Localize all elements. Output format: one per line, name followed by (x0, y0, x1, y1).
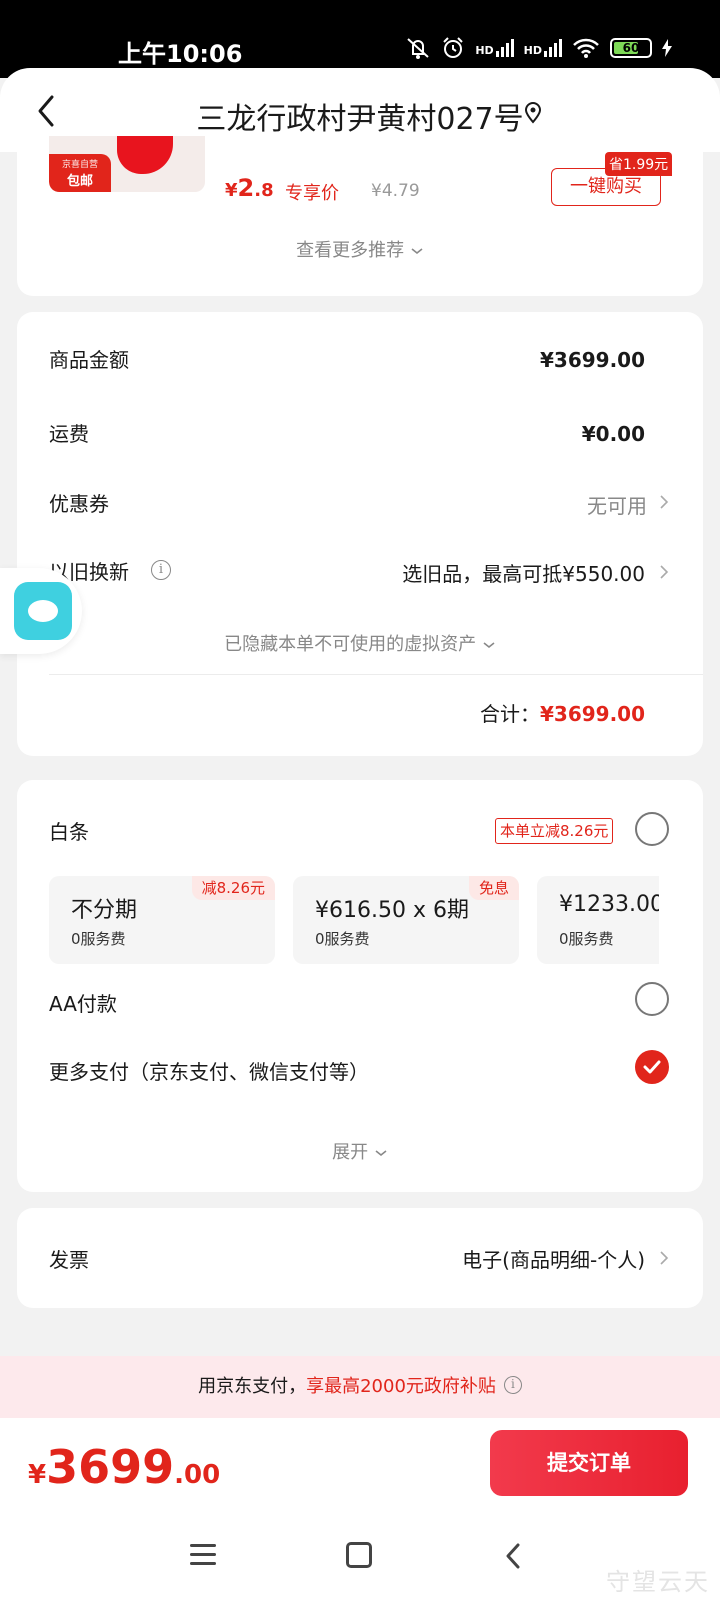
invoice-card[interactable]: 发票 电子(商品明细-个人) (17, 1208, 703, 1308)
status-time: 上午10:06 (118, 40, 243, 68)
chevron-down-icon (483, 642, 495, 649)
subsidy-banner[interactable]: 用京东支付，享最高2000元政府补贴 i (0, 1356, 720, 1418)
price-dec: .00 (174, 1460, 221, 1490)
plan-badge: 减8.26元 (191, 876, 275, 900)
payable-amount: ¥3699.00 (28, 1440, 220, 1494)
chevron-down-icon (411, 248, 423, 255)
alarm-icon (443, 37, 464, 58)
goods-amount-value: ¥3699.00 (539, 348, 645, 372)
plan-main: ¥616.50 x 6期 (315, 898, 469, 923)
rec-price-dec: .8 (254, 180, 274, 201)
checkout-bar: ¥3699.00 提交订单 (0, 1418, 720, 1522)
shipping-value: ¥0.00 (581, 422, 645, 446)
baitiao-radio[interactable] (635, 812, 669, 846)
watermark: 守望云天 (606, 1568, 710, 1596)
coupon-value[interactable]: 无可用 (587, 490, 647, 519)
price-currency: ¥ (28, 1460, 47, 1490)
order-total: 合计：¥3699.00 (480, 698, 645, 727)
plan-main: ¥1233.00 (559, 892, 659, 917)
plan-option[interactable]: ¥616.50 x 6期 0服务费 免息 (293, 876, 519, 964)
invoice-label: 发票 (49, 1248, 89, 1272)
floating-assistant-button[interactable] (0, 568, 82, 654)
more-recommendations-label: 查看更多推荐 (296, 240, 405, 261)
expand-label: 展开 (332, 1142, 369, 1163)
badge-top-text: 京喜自营 (61, 160, 98, 170)
chevron-right-icon[interactable] (659, 1250, 669, 1266)
rec-price-int: 2 (237, 174, 255, 202)
battery-icon: 60 (610, 38, 652, 58)
shipping-label: 运费 (49, 422, 89, 446)
divider (49, 674, 703, 675)
total-value: ¥3699.00 (539, 702, 645, 726)
wifi-icon (573, 38, 599, 58)
assistant-icon (14, 582, 72, 640)
baitiao-label: 白条 (49, 820, 89, 844)
rec-price: ¥2.8 (225, 174, 274, 202)
trade-in-value[interactable]: 选旧品，最高可抵¥550.00 (402, 558, 645, 587)
plan-fee: 0服务费 (315, 930, 370, 948)
total-label: 合计： (479, 702, 540, 726)
plan-main: 不分期 (71, 898, 138, 923)
info-icon[interactable]: i (151, 560, 171, 580)
check-icon (643, 1060, 661, 1074)
system-nav-bar: 守望云天 (0, 1522, 720, 1600)
hidden-assets-label: 已隐藏本单不可使用的虚拟资产 (224, 634, 477, 655)
charging-icon (662, 39, 672, 57)
mute-bell-icon (407, 38, 429, 59)
signal-1-icon: HD (475, 39, 514, 57)
nav-back-icon[interactable] (504, 1542, 522, 1570)
plan-option[interactable]: ¥1233.00 0服务费 (537, 876, 659, 964)
menu-icon[interactable] (190, 1544, 216, 1568)
aa-pay-radio[interactable] (635, 982, 669, 1016)
signal-2-icon: HD (524, 39, 562, 57)
battery-level: 60 (622, 41, 640, 55)
chevron-right-icon[interactable] (659, 564, 669, 580)
save-amount-tag: 省1.99元 (605, 152, 673, 176)
info-icon[interactable]: i (503, 1376, 522, 1394)
amount-card: 商品金额 ¥3699.00 运费 ¥0.00 优惠券 无可用 以旧换新 i 选旧… (17, 312, 703, 756)
plan-badge: 免息 (468, 876, 519, 900)
badge-bottom-text: 包邮 (66, 174, 93, 189)
plan-fee: 0服务费 (71, 930, 126, 948)
subsidy-highlight: 享最高2000元政府补贴 (306, 1376, 496, 1397)
submit-order-button[interactable]: 提交订单 (490, 1430, 688, 1496)
chevron-right-icon[interactable] (659, 494, 669, 510)
baitiao-promo-tag: 本单立减8.26元 (495, 818, 614, 844)
recommendation-card: 京喜自营 包邮 ¥2.8 专享价 ¥4.79 一键购买 省1.99元 查看更多推… (17, 136, 703, 296)
address-title[interactable]: 三龙行政村尹黄村027号 (0, 94, 720, 138)
installment-plans[interactable]: 不分期 0服务费 减8.26元 ¥616.50 x 6期 0服务费 免息 ¥12… (49, 876, 659, 964)
home-icon[interactable] (346, 1542, 372, 1568)
signal-2-label: HD (523, 44, 542, 57)
status-icons: HD HD 60 (405, 36, 672, 60)
goods-amount-label: 商品金额 (49, 348, 129, 372)
payment-card: 白条 本单立减8.26元 不分期 0服务费 减8.26元 ¥616.50 x 6… (17, 780, 703, 1192)
coupon-label: 优惠券 (49, 492, 109, 516)
location-pin-icon[interactable] (524, 102, 542, 124)
signal-1-label: HD (475, 44, 494, 57)
subsidy-prefix: 用京东支付， (198, 1376, 307, 1397)
expand-payments-toggle[interactable]: 展开 (17, 1138, 703, 1164)
plan-option[interactable]: 不分期 0服务费 减8.26元 (49, 876, 275, 964)
exclusive-price-tag: 专享价 (285, 183, 339, 204)
more-pay-radio[interactable] (635, 1050, 669, 1084)
chevron-down-icon (375, 1150, 387, 1157)
hidden-assets-toggle[interactable]: 已隐藏本单不可使用的虚拟资产 (17, 630, 703, 656)
product-thumbnail[interactable]: 京喜自营 包邮 (49, 136, 205, 192)
invoice-value[interactable]: 电子(商品明细-个人) (462, 1244, 645, 1273)
rec-price-currency: ¥ (225, 180, 238, 201)
price-int: 3699 (46, 1440, 175, 1494)
product-image (117, 136, 173, 174)
plan-fee: 0服务费 (559, 930, 614, 948)
original-price: ¥4.79 (371, 181, 420, 201)
free-shipping-badge: 京喜自营 包邮 (49, 154, 111, 192)
aa-pay-label: AA付款 (49, 992, 117, 1016)
more-recommendations-link[interactable]: 查看更多推荐 (17, 236, 703, 262)
status-bar: 上午10:06 HD HD 60 (0, 0, 720, 78)
more-pay-label: 更多支付（京东支付、微信支付等） (49, 1060, 369, 1084)
